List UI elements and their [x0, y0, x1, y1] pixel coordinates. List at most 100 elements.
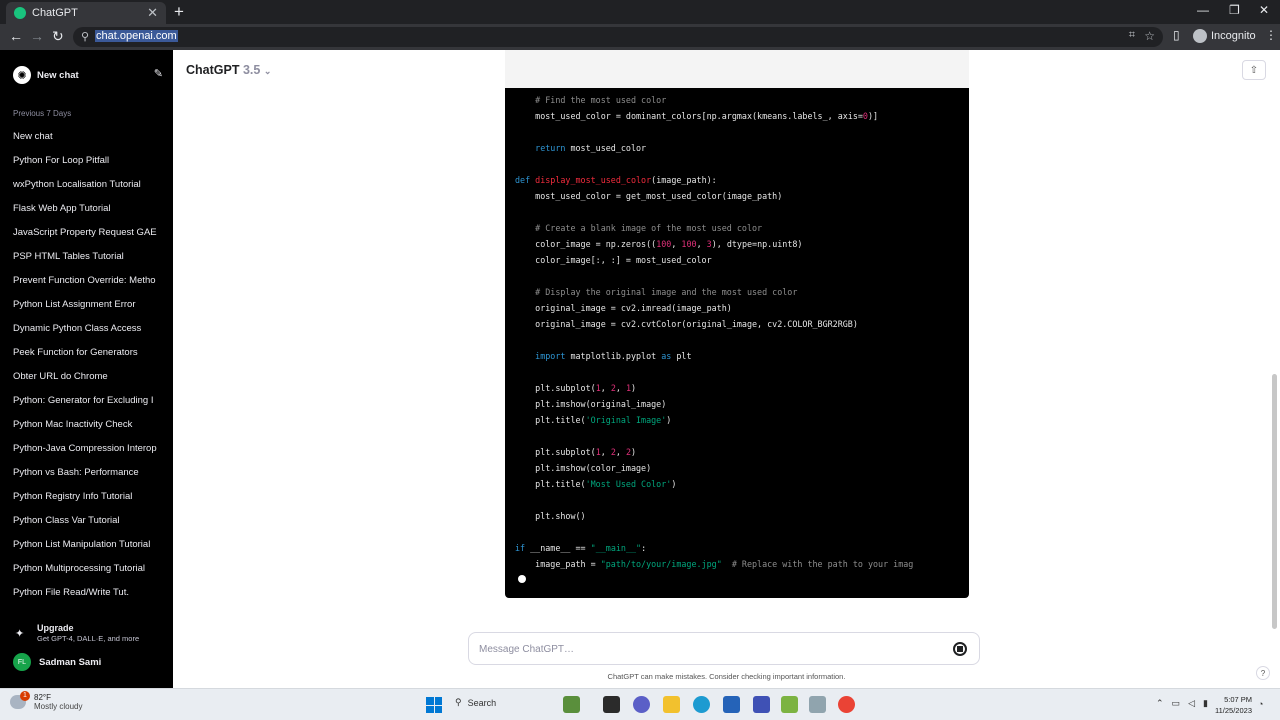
- help-button[interactable]: ?: [1256, 666, 1270, 680]
- history-item[interactable]: Flask Web App Tutorial: [13, 201, 158, 225]
- history-item[interactable]: Python: Generator for Excluding I: [13, 393, 158, 417]
- task-view-icon[interactable]: [603, 696, 620, 713]
- code-token: )]: [867, 111, 879, 121]
- browser-tab-strip: ChatGPT ✕ + — ❐ ✕: [0, 0, 1280, 24]
- history-item[interactable]: Peek Function for Generators: [13, 345, 158, 369]
- code-token: :: [641, 543, 647, 553]
- upgrade-button[interactable]: ✦ Upgrade Get GPT-4, DALL·E, and more: [13, 623, 163, 645]
- code-line: plt.subplot(1, 2, 2): [515, 444, 913, 460]
- history-item[interactable]: JavaScript Property Request GAE: [13, 225, 158, 249]
- stop-icon: [957, 646, 963, 652]
- code-block: # Find the most used color most_used_col…: [505, 88, 969, 598]
- file-explorer-icon[interactable]: [663, 696, 680, 713]
- upgrade-subtitle: Get GPT-4, DALL·E, and more: [37, 634, 140, 643]
- incognito-indicator[interactable]: Incognito: [1193, 29, 1256, 43]
- back-icon[interactable]: ←: [9, 28, 23, 44]
- maximize-icon[interactable]: ❐: [1229, 3, 1240, 17]
- network-icon[interactable]: ▭: [1172, 698, 1181, 709]
- notification-icon[interactable]: ◔: [1258, 699, 1263, 709]
- history-item[interactable]: New chat: [13, 129, 158, 153]
- code-line: plt.title('Most Used Color'): [515, 476, 913, 492]
- user-menu[interactable]: FL Sadman Sami: [13, 653, 101, 671]
- code-token: 100: [681, 239, 697, 249]
- code-token: return: [515, 143, 566, 153]
- clock-date: 11/25/2023: [1215, 706, 1252, 715]
- message-composer[interactable]: [468, 632, 980, 665]
- stop-generating-button[interactable]: [953, 642, 967, 656]
- new-tab-icon[interactable]: +: [174, 2, 184, 22]
- history-item[interactable]: Prevent Function Override: Metho: [13, 273, 158, 297]
- notepad-icon[interactable]: [781, 696, 798, 713]
- url-text[interactable]: chat.openai.com: [95, 30, 178, 42]
- code-line: # Find the most used color: [515, 92, 913, 108]
- close-tab-icon[interactable]: ✕: [147, 5, 158, 21]
- code-token: 'Most Used Color': [585, 479, 672, 489]
- code-token: ): [671, 479, 677, 489]
- history-item[interactable]: PSP HTML Tables Tutorial: [13, 249, 158, 273]
- store-icon[interactable]: [723, 696, 740, 713]
- chat-app-icon[interactable]: [633, 696, 650, 713]
- weather-widget[interactable]: 1 82°F Mostly cloudy: [10, 691, 83, 711]
- history-item[interactable]: Python List Manipulation Tutorial: [13, 537, 158, 561]
- tab-chatgpt[interactable]: ChatGPT ✕: [6, 2, 166, 24]
- history-item[interactable]: Python-Java Compression Interop: [13, 441, 158, 465]
- taskbar-search-label: Search: [467, 697, 497, 708]
- history-item[interactable]: Dynamic Python Class Access: [13, 321, 158, 345]
- reload-icon[interactable]: ↻: [52, 28, 64, 45]
- photos-icon[interactable]: [809, 696, 826, 713]
- weather-desc: Mostly cloudy: [34, 702, 83, 711]
- minimize-icon[interactable]: —: [1197, 3, 1209, 17]
- new-chat-label: New chat: [37, 69, 79, 81]
- edit-icon[interactable]: ✎: [154, 67, 163, 80]
- chrome-icon[interactable]: [838, 696, 855, 713]
- edge-icon[interactable]: [693, 696, 710, 713]
- openai-logo-icon: ✺: [13, 66, 31, 84]
- model-selector[interactable]: ChatGPT 3.5 ⌄: [186, 63, 271, 77]
- code-token: 'Original Image': [585, 415, 667, 425]
- code-token: ,: [671, 239, 682, 249]
- history-item[interactable]: Python Multiprocessing Tutorial: [13, 561, 158, 585]
- code-token: def: [515, 175, 536, 185]
- history-item[interactable]: Python Registry Info Tutorial: [13, 489, 158, 513]
- forward-icon[interactable]: →: [30, 28, 44, 44]
- history-item[interactable]: Python For Loop Pitfall: [13, 153, 158, 177]
- tree-app-icon[interactable]: [563, 696, 580, 713]
- site-info-icon[interactable]: ⚲: [81, 30, 89, 43]
- address-bar[interactable]: ⚲ chat.openai.com ⌗ ☆: [73, 27, 1163, 47]
- new-chat-button[interactable]: ✺ New chat ✎: [13, 65, 163, 85]
- scrollbar[interactable]: [1272, 374, 1277, 629]
- menu-kebab-icon[interactable]: ⋮: [1265, 28, 1277, 42]
- history-item[interactable]: Python List Assignment Error: [13, 297, 158, 321]
- vscode-icon[interactable]: [753, 696, 770, 713]
- volume-icon[interactable]: ◁: [1188, 698, 1195, 709]
- question-icon: ?: [1260, 668, 1266, 678]
- history-item[interactable]: Python Mac Inactivity Check: [13, 417, 158, 441]
- history-item[interactable]: Python File Read/Write Tut.: [13, 585, 158, 609]
- battery-icon[interactable]: ▮: [1203, 698, 1208, 709]
- eye-off-icon[interactable]: ⌗: [1129, 29, 1135, 42]
- code-token: display_most_used_color: [535, 175, 652, 185]
- share-icon: ⇧: [1249, 64, 1259, 76]
- history-item[interactable]: Python Class Var Tutorial: [13, 513, 158, 537]
- taskbar-search[interactable]: ⚲ Search: [455, 697, 496, 708]
- bookmark-star-icon[interactable]: ☆: [1144, 29, 1155, 43]
- share-button[interactable]: ⇧: [1242, 60, 1266, 80]
- message-input[interactable]: [479, 640, 939, 658]
- close-window-icon[interactable]: ✕: [1259, 3, 1269, 17]
- upgrade-title: Upgrade: [37, 623, 74, 633]
- weather-badge: 1: [20, 691, 30, 701]
- disclaimer: ChatGPT can make mistakes. Consider chec…: [607, 672, 846, 681]
- history-item[interactable]: wxPython Localisation Tutorial: [13, 177, 158, 201]
- chevron-up-icon[interactable]: ⌃: [1156, 698, 1164, 709]
- windows-start-icon[interactable]: [426, 697, 442, 713]
- code-token: ): [631, 447, 637, 457]
- code-token: most_used_color: [565, 143, 647, 153]
- history-item[interactable]: Python vs Bash: Performance: [13, 465, 158, 489]
- code-token: original_image = cv2.imread(image_path): [515, 303, 732, 313]
- history-item[interactable]: Obter URL do Chrome: [13, 369, 158, 393]
- side-panel-icon[interactable]: ▯: [1173, 28, 1180, 42]
- clock[interactable]: 5:07 PM 11/25/2023: [1210, 694, 1252, 716]
